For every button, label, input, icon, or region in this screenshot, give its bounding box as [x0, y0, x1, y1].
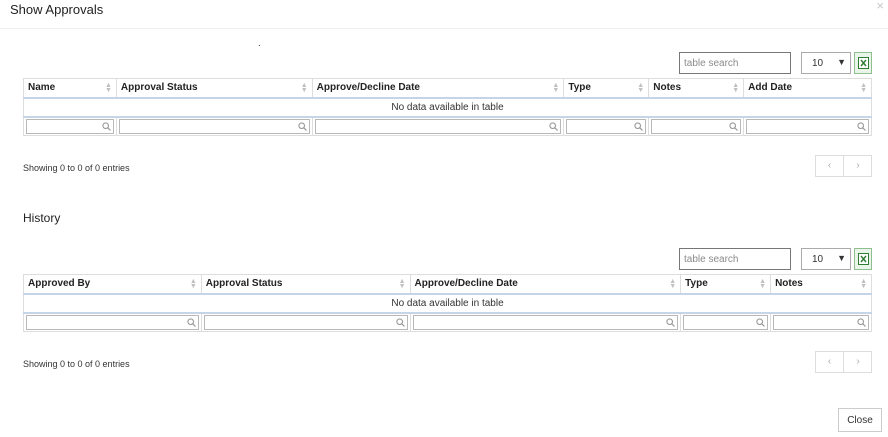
close-button[interactable]: Close — [838, 408, 882, 432]
column-header-approval-status[interactable]: Approval Status ▲ ▼ — [115, 78, 313, 99]
column-header-type[interactable]: Type ▲ ▼ — [680, 274, 772, 295]
search-icon — [395, 318, 405, 327]
page-length-value: 10 — [812, 58, 824, 69]
filter-row — [23, 116, 872, 136]
filter-row — [23, 312, 872, 332]
filter-input-add-date[interactable] — [746, 118, 869, 134]
modal-title: Show Approvals — [10, 2, 104, 17]
sort-icon: ▲ ▼ — [398, 278, 406, 290]
search-icon — [666, 318, 676, 327]
page-length-value: 10 — [812, 254, 824, 265]
column-header-notes[interactable]: Notes ▲ ▼ — [770, 274, 872, 295]
search-icon — [549, 122, 559, 131]
excel-icon — [858, 253, 869, 265]
filter-input-approved-by[interactable] — [26, 314, 199, 330]
sort-icon: ▲ ▼ — [669, 278, 677, 290]
history-header-row: Approved By ▲ ▼ Approval Status ▲ ▼ Approve/… — [23, 274, 872, 295]
search-icon — [729, 122, 739, 131]
sort-icon: ▲ ▼ — [552, 82, 560, 94]
filter-input-type[interactable] — [566, 118, 647, 134]
sort-icon: ▲ ▼ — [300, 82, 308, 94]
excel-icon — [858, 57, 869, 69]
empty-message: No data available in table — [23, 97, 872, 118]
history-prev-page-button[interactable]: ‹ — [816, 352, 844, 372]
filter-input-approve-decline-date[interactable] — [412, 314, 679, 330]
approvals-excel-export-button[interactable] — [854, 52, 872, 74]
filter-input-name[interactable] — [26, 118, 114, 134]
history-title: History — [23, 211, 61, 225]
sort-icon: ▲ ▼ — [637, 82, 645, 94]
column-header-approval-status[interactable]: Approval Status ▲ ▼ — [200, 274, 411, 295]
sort-icon: ▲ ▼ — [860, 82, 867, 94]
search-icon — [297, 122, 307, 131]
approvals-search-input[interactable] — [679, 52, 791, 74]
search-icon — [857, 318, 866, 327]
approvals-table: Name ▲ ▼ Approval Status ▲ ▼ Approve/Decline… — [23, 78, 872, 136]
search-icon — [634, 122, 644, 131]
filter-input-type[interactable] — [683, 314, 769, 330]
close-icon[interactable]: × — [876, 0, 884, 13]
history-table-info: Showing 0 to 0 of 0 entries — [23, 359, 130, 369]
approvals-next-page-button[interactable]: › — [844, 156, 872, 176]
history-pagination: ‹ › — [815, 351, 872, 373]
sort-icon: ▲ ▼ — [732, 82, 740, 94]
column-header-approved-by[interactable]: Approved By ▲ ▼ — [23, 274, 202, 295]
sort-icon: ▲ ▼ — [759, 278, 767, 290]
sort-icon: ▲ ▼ — [104, 82, 112, 94]
stray-dot: . — [258, 38, 261, 49]
search-icon — [102, 122, 111, 131]
search-icon — [756, 318, 765, 327]
column-header-name[interactable]: Name ▲ ▼ — [23, 78, 117, 99]
sort-icon: ▲ ▼ — [860, 278, 867, 290]
search-icon — [857, 122, 866, 131]
filter-input-notes[interactable] — [773, 314, 869, 330]
history-next-page-button[interactable]: › — [844, 352, 872, 372]
filter-input-notes[interactable] — [651, 118, 742, 134]
history-table: Approved By ▲ ▼ Approval Status ▲ ▼ Approve/… — [23, 274, 872, 332]
approvals-page-length-select[interactable]: 10 ▼ — [801, 52, 851, 74]
history-page-length-select[interactable]: 10 ▼ — [801, 248, 851, 270]
search-icon — [187, 318, 196, 327]
modal-header: Show Approvals × — [0, 0, 888, 29]
filter-input-approval-status[interactable] — [118, 118, 310, 134]
column-header-notes[interactable]: Notes ▲ ▼ — [648, 78, 745, 99]
history-excel-export-button[interactable] — [854, 248, 872, 270]
history-search-input[interactable] — [679, 248, 791, 270]
empty-message: No data available in table — [23, 293, 872, 314]
empty-row: No data available in table — [23, 97, 872, 118]
column-header-type[interactable]: Type ▲ ▼ — [563, 78, 650, 99]
sort-icon: ▲ ▼ — [189, 278, 197, 290]
approvals-pagination: ‹ › — [815, 155, 872, 177]
approvals-table-info: Showing 0 to 0 of 0 entries — [23, 163, 130, 173]
approvals-prev-page-button[interactable]: ‹ — [816, 156, 844, 176]
approvals-header-row: Name ▲ ▼ Approval Status ▲ ▼ Approve/Decline… — [23, 78, 872, 99]
column-header-approve-decline-date[interactable]: Approve/Decline Date ▲ ▼ — [311, 78, 565, 99]
column-header-approve-decline-date[interactable]: Approve/Decline Date ▲ ▼ — [409, 274, 682, 295]
column-header-add-date[interactable]: Add Date ▲ ▼ — [743, 78, 872, 99]
chevron-down-icon: ▼ — [837, 253, 846, 263]
empty-row: No data available in table — [23, 293, 872, 314]
filter-input-approve-decline-date[interactable] — [314, 118, 562, 134]
chevron-down-icon: ▼ — [837, 57, 846, 67]
filter-input-approval-status[interactable] — [203, 314, 408, 330]
